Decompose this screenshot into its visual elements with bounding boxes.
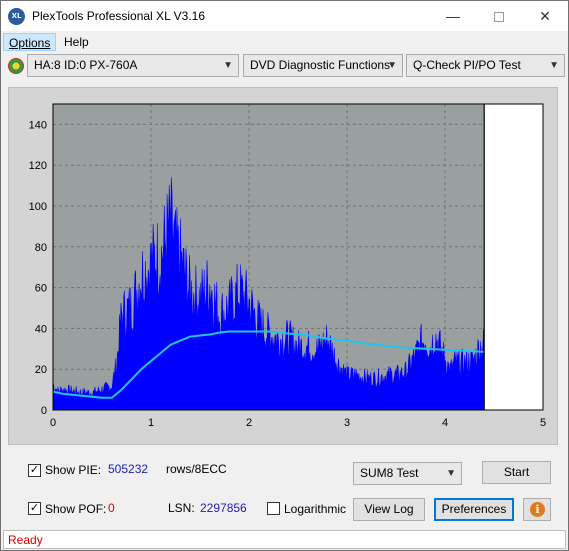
info-icon: i	[530, 502, 545, 517]
status-bar: Ready	[3, 530, 566, 549]
show-pof-label: Show POF:	[45, 502, 107, 516]
y-tick-label: 60	[35, 283, 47, 295]
y-tick-label: 120	[29, 160, 47, 172]
y-tick-label: 100	[29, 201, 47, 213]
info-button[interactable]: i	[523, 498, 551, 521]
function-select[interactable]: DVD Diagnostic Functions ▼	[243, 54, 403, 77]
lsn-label: LSN:	[168, 501, 195, 515]
show-pof-checkbox[interactable]: ✓	[28, 502, 41, 515]
y-tick-label: 20	[35, 364, 47, 376]
rows-label: rows/8ECC	[166, 462, 227, 476]
pie-value: 505232	[108, 462, 149, 476]
chart-panel: 0 20 40 60 80 100 120 140 0 1 2 3 4 5	[8, 87, 558, 445]
drive-select-value: HA:8 ID:0 PX-760A	[34, 58, 138, 72]
x-tick-label: 3	[344, 417, 350, 429]
y-tick-label: 140	[29, 119, 47, 131]
y-tick-label: 0	[41, 405, 47, 417]
test-select[interactable]: Q-Check PI/PO Test ▼	[406, 54, 565, 77]
toolbar: HA:8 ID:0 PX-760A ▼ DVD Diagnostic Funct…	[1, 53, 568, 79]
maximize-icon[interactable]	[476, 1, 522, 31]
x-tick-label: 0	[50, 417, 56, 429]
menu-options[interactable]: Options	[3, 33, 57, 51]
status-text: Ready	[8, 533, 43, 547]
app-logo-icon: XL	[8, 8, 25, 25]
menu-help[interactable]: Help	[59, 33, 94, 51]
lsn-value: 2297856	[200, 501, 247, 515]
start-button-label: Start	[503, 465, 530, 479]
x-tick-label: 4	[442, 417, 448, 429]
test-select-value: Q-Check PI/PO Test	[413, 58, 521, 72]
unscanned-region	[484, 104, 543, 410]
chevron-down-icon: ▼	[223, 60, 233, 71]
logarithmic-label: Logarithmic	[284, 502, 347, 516]
drive-icon	[8, 58, 24, 74]
minimize-icon[interactable]: —	[430, 1, 476, 31]
sum-select[interactable]: SUM8 Test ▼	[353, 462, 462, 485]
menu-bar: Options Help	[1, 31, 568, 52]
app-window: XL PlexTools Professional XL V3.16 — ✕ O…	[0, 0, 569, 551]
view-log-button-label: View Log	[364, 502, 414, 516]
show-pie-label: Show PIE:	[45, 463, 102, 477]
show-pie-checkbox[interactable]: ✓	[28, 464, 41, 477]
window-title: PlexTools Professional XL V3.16	[32, 9, 205, 23]
logarithmic-checkbox[interactable]	[267, 502, 280, 515]
close-icon[interactable]: ✕	[522, 1, 568, 31]
chevron-down-icon: ▼	[446, 468, 456, 479]
x-tick-label: 2	[246, 417, 252, 429]
sum-select-value: SUM8 Test	[360, 466, 419, 480]
pie-chart: 0 20 40 60 80 100 120 140 0 1 2 3 4 5	[29, 103, 546, 429]
chevron-down-icon: ▼	[387, 60, 397, 71]
chevron-down-icon: ▼	[549, 60, 559, 71]
preferences-button[interactable]: Preferences	[434, 498, 514, 521]
x-tick-label: 1	[148, 417, 154, 429]
drive-select[interactable]: HA:8 ID:0 PX-760A ▼	[27, 54, 239, 77]
menu-help-label: Help	[64, 35, 89, 49]
function-select-value: DVD Diagnostic Functions	[250, 58, 391, 72]
x-tick-label: 5	[540, 417, 546, 429]
title-bar[interactable]: XL PlexTools Professional XL V3.16 — ✕	[1, 1, 568, 31]
pof-value: 0	[108, 501, 115, 515]
y-tick-label: 40	[35, 323, 47, 335]
menu-options-label: Options	[9, 36, 51, 50]
start-button[interactable]: Start	[482, 461, 551, 484]
y-tick-label: 80	[35, 242, 47, 254]
preferences-button-label: Preferences	[441, 502, 507, 516]
view-log-button[interactable]: View Log	[353, 498, 425, 521]
control-panel: ✓ Show PIE: 505232 rows/8ECC ✓ Show POF:…	[8, 452, 558, 524]
